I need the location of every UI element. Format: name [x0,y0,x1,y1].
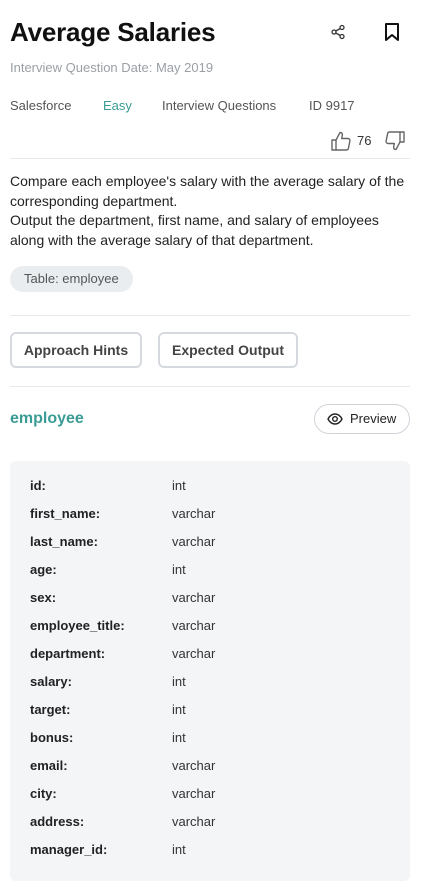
vote-bar: 76 [330,130,412,152]
title-row: Average Salaries [10,14,410,50]
column-name: salary: [30,674,72,689]
column-type: varchar [172,618,216,633]
column-name: email: [30,758,68,773]
column-type: int [172,674,186,689]
share-icon[interactable] [326,20,350,44]
column-name: last_name: [30,534,98,549]
divider [10,315,410,316]
table-name: employee [10,410,84,427]
column-name: bonus: [30,730,74,745]
column-name: manager_id: [30,842,108,857]
eye-icon [327,411,343,427]
column-type: int [172,562,186,577]
schema-row: address: varchar [30,814,390,834]
column-type: int [172,730,186,745]
schema-row: first_name: varchar [30,506,390,526]
column-type: int [172,842,186,857]
schema-row: last_name: varchar [30,534,390,554]
schema-row: city: varchar [30,786,390,806]
question-description: Compare each employee's salary with the … [10,172,410,250]
description-line: Compare each employee's salary with the … [10,173,405,209]
vote-count: 76 [357,133,372,148]
schema-row: age: int [30,562,390,582]
column-type: varchar [172,814,216,829]
approach-hints-button[interactable]: Approach Hints [10,332,142,368]
column-type: int [172,478,186,493]
schema-row: bonus: int [30,730,390,750]
column-name: employee_title: [30,618,125,633]
difficulty-label: Easy [103,98,132,113]
expected-output-button[interactable]: Expected Output [158,332,298,368]
column-name: city: [30,786,57,801]
column-type: varchar [172,590,216,605]
column-name: sex: [30,590,57,605]
question-meta: Salesforce Easy Interview Questions ID 9… [10,98,410,116]
column-name: department: [30,646,106,661]
schema-row: sex: varchar [30,590,390,610]
description-line: Output the department, first name, and s… [10,212,379,248]
category-label[interactable]: Interview Questions [162,98,276,113]
column-name: first_name: [30,506,101,521]
schema-row: id: int [30,478,390,498]
column-type: varchar [172,758,216,773]
column-name: address: [30,814,85,829]
question-id: ID 9917 [309,98,355,113]
table-schema: id: int first_name: varchar last_name: varcha… [10,461,410,881]
interview-date: Interview Question Date: May 2019 [10,60,214,75]
column-type: varchar [172,646,216,661]
schema-row: department: varchar [30,646,390,666]
column-type: varchar [172,506,216,521]
column-type: varchar [172,534,216,549]
bookmark-icon[interactable] [380,20,404,44]
preview-button[interactable]: Preview [314,404,410,434]
schema-row: email: varchar [30,758,390,778]
column-type: varchar [172,786,216,801]
thumbs-down-icon[interactable] [384,130,406,152]
preview-label: Preview [350,411,397,426]
column-type: int [172,702,186,717]
table-chip: Table: employee [10,266,133,292]
thumbs-up-icon[interactable] [330,130,352,152]
page-title: Average Salaries [10,17,216,47]
schema-row: salary: int [30,674,390,694]
divider [10,158,410,159]
company-label[interactable]: Salesforce [10,98,71,113]
schema-row: manager_id: int [30,842,390,862]
column-name: age: [30,562,57,577]
schema-row: employee_title: varchar [30,618,390,638]
divider [10,386,410,387]
schema-row: target: int [30,702,390,722]
column-name: id: [30,478,46,493]
column-name: target: [30,702,71,717]
